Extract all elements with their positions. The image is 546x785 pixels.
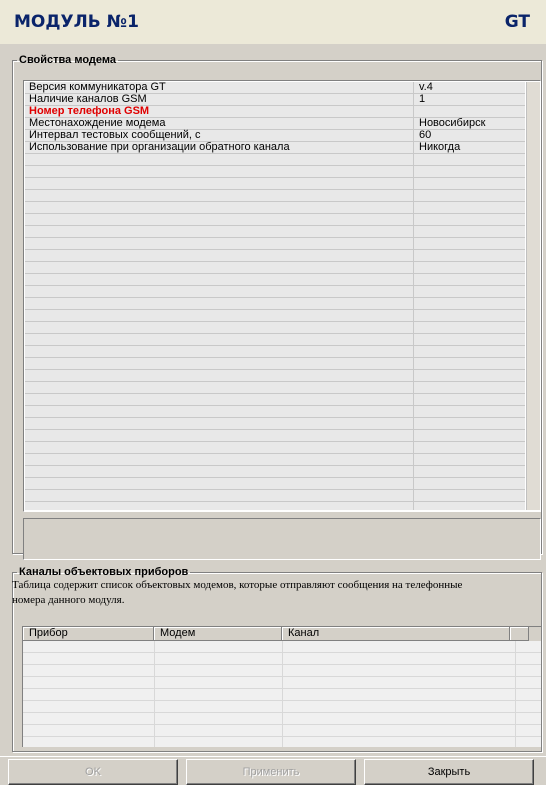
column-divider bbox=[282, 641, 283, 747]
property-row[interactable] bbox=[25, 406, 525, 418]
property-row[interactable] bbox=[25, 202, 525, 214]
property-value: Новосибирск bbox=[419, 117, 486, 129]
channels-table[interactable]: Прибор Модем Канал bbox=[22, 626, 541, 747]
channels-legend: Каналы объектовых приборов bbox=[19, 566, 189, 578]
property-name: Версия коммуникатора GT bbox=[29, 82, 166, 93]
property-row[interactable] bbox=[25, 250, 525, 262]
column-header-device[interactable]: Прибор bbox=[23, 627, 154, 641]
property-row[interactable] bbox=[25, 190, 525, 202]
modem-properties-group: Свойства модема Версия коммуникатора GT v… bbox=[12, 54, 542, 560]
property-row[interactable] bbox=[25, 298, 525, 310]
button-bar: OK Применить Закрыть bbox=[0, 756, 546, 785]
property-row[interactable] bbox=[25, 226, 525, 238]
property-row[interactable] bbox=[25, 490, 525, 502]
column-divider bbox=[515, 641, 516, 747]
channels-description: Таблица содержит список объектовых модем… bbox=[12, 579, 463, 606]
property-row[interactable] bbox=[25, 478, 525, 490]
channels-table-header: Прибор Модем Канал bbox=[23, 627, 541, 641]
module-title: МОДУЛЬ №1 bbox=[14, 12, 139, 32]
property-row[interactable] bbox=[25, 358, 525, 370]
property-name: Наличие каналов GSM bbox=[29, 93, 147, 105]
property-value: 1 bbox=[419, 93, 426, 105]
property-row[interactable] bbox=[25, 238, 525, 250]
property-row[interactable] bbox=[25, 454, 525, 466]
property-row[interactable] bbox=[25, 334, 525, 346]
property-row[interactable] bbox=[25, 382, 525, 394]
property-row[interactable] bbox=[25, 346, 525, 358]
column-header-extra bbox=[510, 627, 529, 641]
property-name: Использование при организации обратного … bbox=[29, 141, 290, 153]
property-row[interactable]: Использование при организации обратного … bbox=[25, 141, 525, 154]
property-value: v.4 bbox=[419, 82, 433, 93]
apply-button[interactable]: Применить bbox=[186, 759, 356, 785]
property-row[interactable] bbox=[25, 502, 525, 510]
modem-properties-legend: Свойства модема bbox=[19, 54, 116, 66]
module-type-badge: GT bbox=[504, 12, 530, 32]
close-button[interactable]: Закрыть bbox=[364, 759, 534, 785]
property-row[interactable] bbox=[25, 286, 525, 298]
property-row[interactable] bbox=[25, 166, 525, 178]
properties-grid[interactable]: Версия коммуникатора GT v.4 Наличие канало… bbox=[23, 80, 541, 512]
property-row[interactable] bbox=[25, 394, 525, 406]
property-row[interactable] bbox=[25, 214, 525, 226]
property-row[interactable] bbox=[25, 322, 525, 334]
window-header: МОДУЛЬ №1 GT bbox=[0, 0, 546, 44]
property-description-box bbox=[23, 518, 541, 560]
property-row[interactable] bbox=[25, 310, 525, 322]
property-row[interactable] bbox=[25, 430, 525, 442]
property-row[interactable] bbox=[25, 466, 525, 478]
properties-scrollbar[interactable] bbox=[526, 82, 540, 510]
property-value: Никогда bbox=[419, 141, 461, 153]
property-row[interactable] bbox=[25, 418, 525, 430]
property-row[interactable] bbox=[25, 178, 525, 190]
property-name: Местонахождение модема bbox=[29, 117, 166, 129]
column-divider bbox=[154, 641, 155, 747]
property-row[interactable] bbox=[25, 442, 525, 454]
property-row[interactable] bbox=[25, 154, 525, 166]
property-value: 60 bbox=[419, 129, 432, 141]
properties-grid-body: Версия коммуникатора GT v.4 Наличие канало… bbox=[25, 82, 525, 510]
property-row[interactable] bbox=[25, 262, 525, 274]
column-header-channel[interactable]: Канал bbox=[282, 627, 510, 641]
column-header-modem[interactable]: Модем bbox=[154, 627, 282, 641]
ok-button[interactable]: OK bbox=[8, 759, 178, 785]
property-row[interactable] bbox=[25, 274, 525, 286]
property-name: Интервал тестовых сообщений, с bbox=[29, 129, 201, 141]
property-name: Номер телефона GSM bbox=[29, 105, 150, 117]
property-row[interactable] bbox=[25, 370, 525, 382]
